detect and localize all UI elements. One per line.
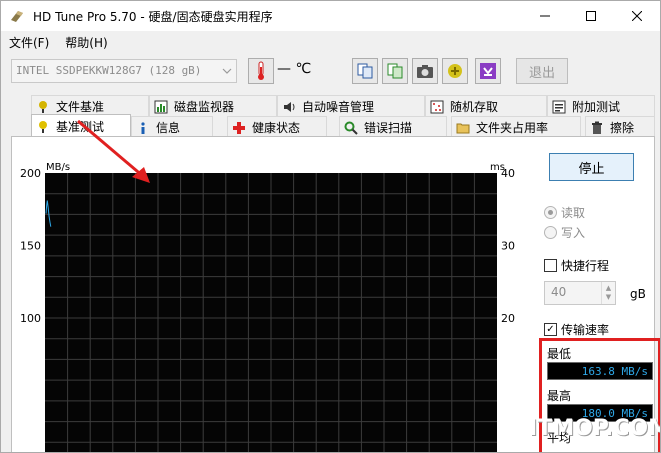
read-radio-label: 读取 — [561, 206, 586, 220]
close-icon — [632, 11, 642, 21]
left-tick-label: 100 — [20, 312, 41, 325]
left-axis-unit: MB/s — [46, 162, 70, 173]
options-button[interactable] — [442, 58, 468, 84]
left-tick-label: 200 — [20, 167, 41, 180]
benchmark-icon — [36, 120, 50, 134]
tab-noise-management[interactable]: 自动噪音管理 — [277, 95, 425, 117]
menu-file[interactable]: 文件(F) — [1, 34, 57, 51]
temperature-button[interactable] — [248, 58, 274, 84]
right-axis-ticks: 40 30 20 — [501, 167, 515, 325]
min-label: 最低 — [547, 347, 572, 361]
save-icon — [480, 63, 496, 79]
menu-bar: 文件(F) 帮助(H) — [1, 31, 660, 53]
min-value: 163.8 MB/s — [547, 362, 653, 380]
transfer-rate-checkbox[interactable]: ✓ 传输速率 — [544, 321, 609, 338]
tab-extra-tests[interactable]: 附加测试 — [547, 95, 655, 117]
drive-select-value: INTEL SSDPEKKW128G7 (128 gB) — [16, 64, 202, 77]
copy-screen-button[interactable] — [382, 58, 408, 84]
quick-stroke-label: 快捷行程 — [561, 259, 610, 273]
toolbar: INTEL SSDPEKKW128G7 (128 gB) — ℃ 退出 — [1, 53, 660, 89]
write-radio-circle[interactable] — [544, 226, 557, 239]
quick-stroke-value: 40 — [551, 285, 567, 299]
copy-info-button[interactable] — [352, 58, 378, 84]
benchmark-panel: MB/s ms 200 150 100 40 30 20 停止 读取 写入 快捷行程 4… — [11, 119, 660, 452]
chevron-down-icon — [222, 68, 232, 74]
stop-button[interactable]: 停止 — [549, 153, 634, 181]
write-radio-label: 写入 — [561, 226, 586, 240]
health-icon — [232, 121, 246, 135]
app-window: HD Tune Pro 5.70 - 硬盘/固态硬盘实用程序 文件(F) 帮助(… — [0, 0, 661, 453]
tab-label: 自动噪音管理 — [302, 100, 375, 114]
thermometer-icon — [258, 61, 264, 80]
quick-stroke-checkbox[interactable]: 快捷行程 — [544, 257, 609, 274]
screenshot-button[interactable] — [412, 58, 438, 84]
tab-health[interactable]: 健康状态 — [227, 116, 327, 138]
options-icon — [448, 64, 462, 78]
read-radio[interactable]: 读取 — [544, 204, 585, 221]
watermark: ITMOP.COM — [529, 416, 661, 441]
disk-monitor-icon — [154, 100, 168, 114]
read-radio-circle[interactable] — [544, 206, 557, 219]
quick-stroke-unit: gB — [630, 287, 646, 301]
save-button[interactable] — [475, 58, 501, 84]
tab-label: 磁盘监视器 — [174, 100, 235, 114]
folder-usage-icon — [456, 121, 470, 135]
tab-disk-monitor[interactable]: 磁盘监视器 — [149, 95, 277, 117]
right-tick-label: 20 — [501, 312, 515, 325]
tab-label: 健康状态 — [252, 121, 301, 135]
file-benchmark-icon — [36, 100, 50, 114]
erase-icon — [590, 121, 604, 135]
minimize-button[interactable] — [522, 1, 568, 31]
write-radio[interactable]: 写入 — [544, 224, 585, 241]
copy-info-icon — [357, 63, 373, 79]
tab-label: 错误扫描 — [364, 121, 413, 135]
drive-select[interactable]: INTEL SSDPEKKW128G7 (128 gB) — [11, 59, 237, 83]
quick-stroke-spinner[interactable]: 40 ▲ ▼ — [544, 281, 616, 305]
tab-label: 文件基准 — [56, 100, 105, 114]
maximize-button[interactable] — [568, 1, 614, 31]
chart-grid — [45, 173, 497, 452]
left-tick-label: 150 — [20, 240, 41, 253]
copy-screen-icon — [387, 63, 403, 79]
temperature-readout: — ℃ — [277, 61, 312, 77]
tab-label: 擦除 — [610, 121, 635, 135]
tab-error-scan[interactable]: 错误扫描 — [339, 116, 447, 138]
window-title: HD Tune Pro 5.70 - 硬盘/固态硬盘实用程序 — [33, 9, 273, 24]
tab-label: 文件夹占用率 — [476, 121, 549, 135]
quick-stroke-check[interactable] — [544, 259, 557, 272]
left-axis-ticks: 200 150 100 — [20, 167, 41, 325]
error-scan-icon — [344, 121, 358, 135]
right-tick-label: 30 — [501, 240, 515, 253]
transfer-rate-check[interactable]: ✓ — [544, 323, 557, 336]
tab-erase[interactable]: 擦除 — [585, 116, 655, 138]
app-logo-icon — [11, 11, 23, 22]
maximize-icon — [586, 11, 596, 21]
tab-random-access[interactable]: 随机存取 — [425, 95, 547, 117]
tab-folder-usage[interactable]: 文件夹占用率 — [451, 116, 581, 138]
annotation-arrow — [77, 119, 150, 183]
random-access-icon — [430, 100, 444, 114]
transfer-rate-label: 传输速率 — [561, 323, 610, 337]
menu-help[interactable]: 帮助(H) — [57, 34, 115, 51]
max-label: 最高 — [547, 389, 572, 403]
extra-tests-icon — [552, 100, 566, 114]
close-button[interactable] — [614, 1, 660, 31]
camera-icon — [417, 65, 433, 78]
right-tick-label: 40 — [501, 167, 515, 180]
tab-label: 随机存取 — [450, 100, 499, 114]
spinner-arrows[interactable]: ▲ ▼ — [601, 282, 615, 304]
title-bar: HD Tune Pro 5.70 - 硬盘/固态硬盘实用程序 — [1, 1, 660, 31]
speaker-icon — [282, 100, 296, 114]
exit-button[interactable]: 退出 — [516, 58, 568, 84]
minimize-icon — [540, 15, 550, 17]
tab-label: 附加测试 — [572, 100, 621, 114]
